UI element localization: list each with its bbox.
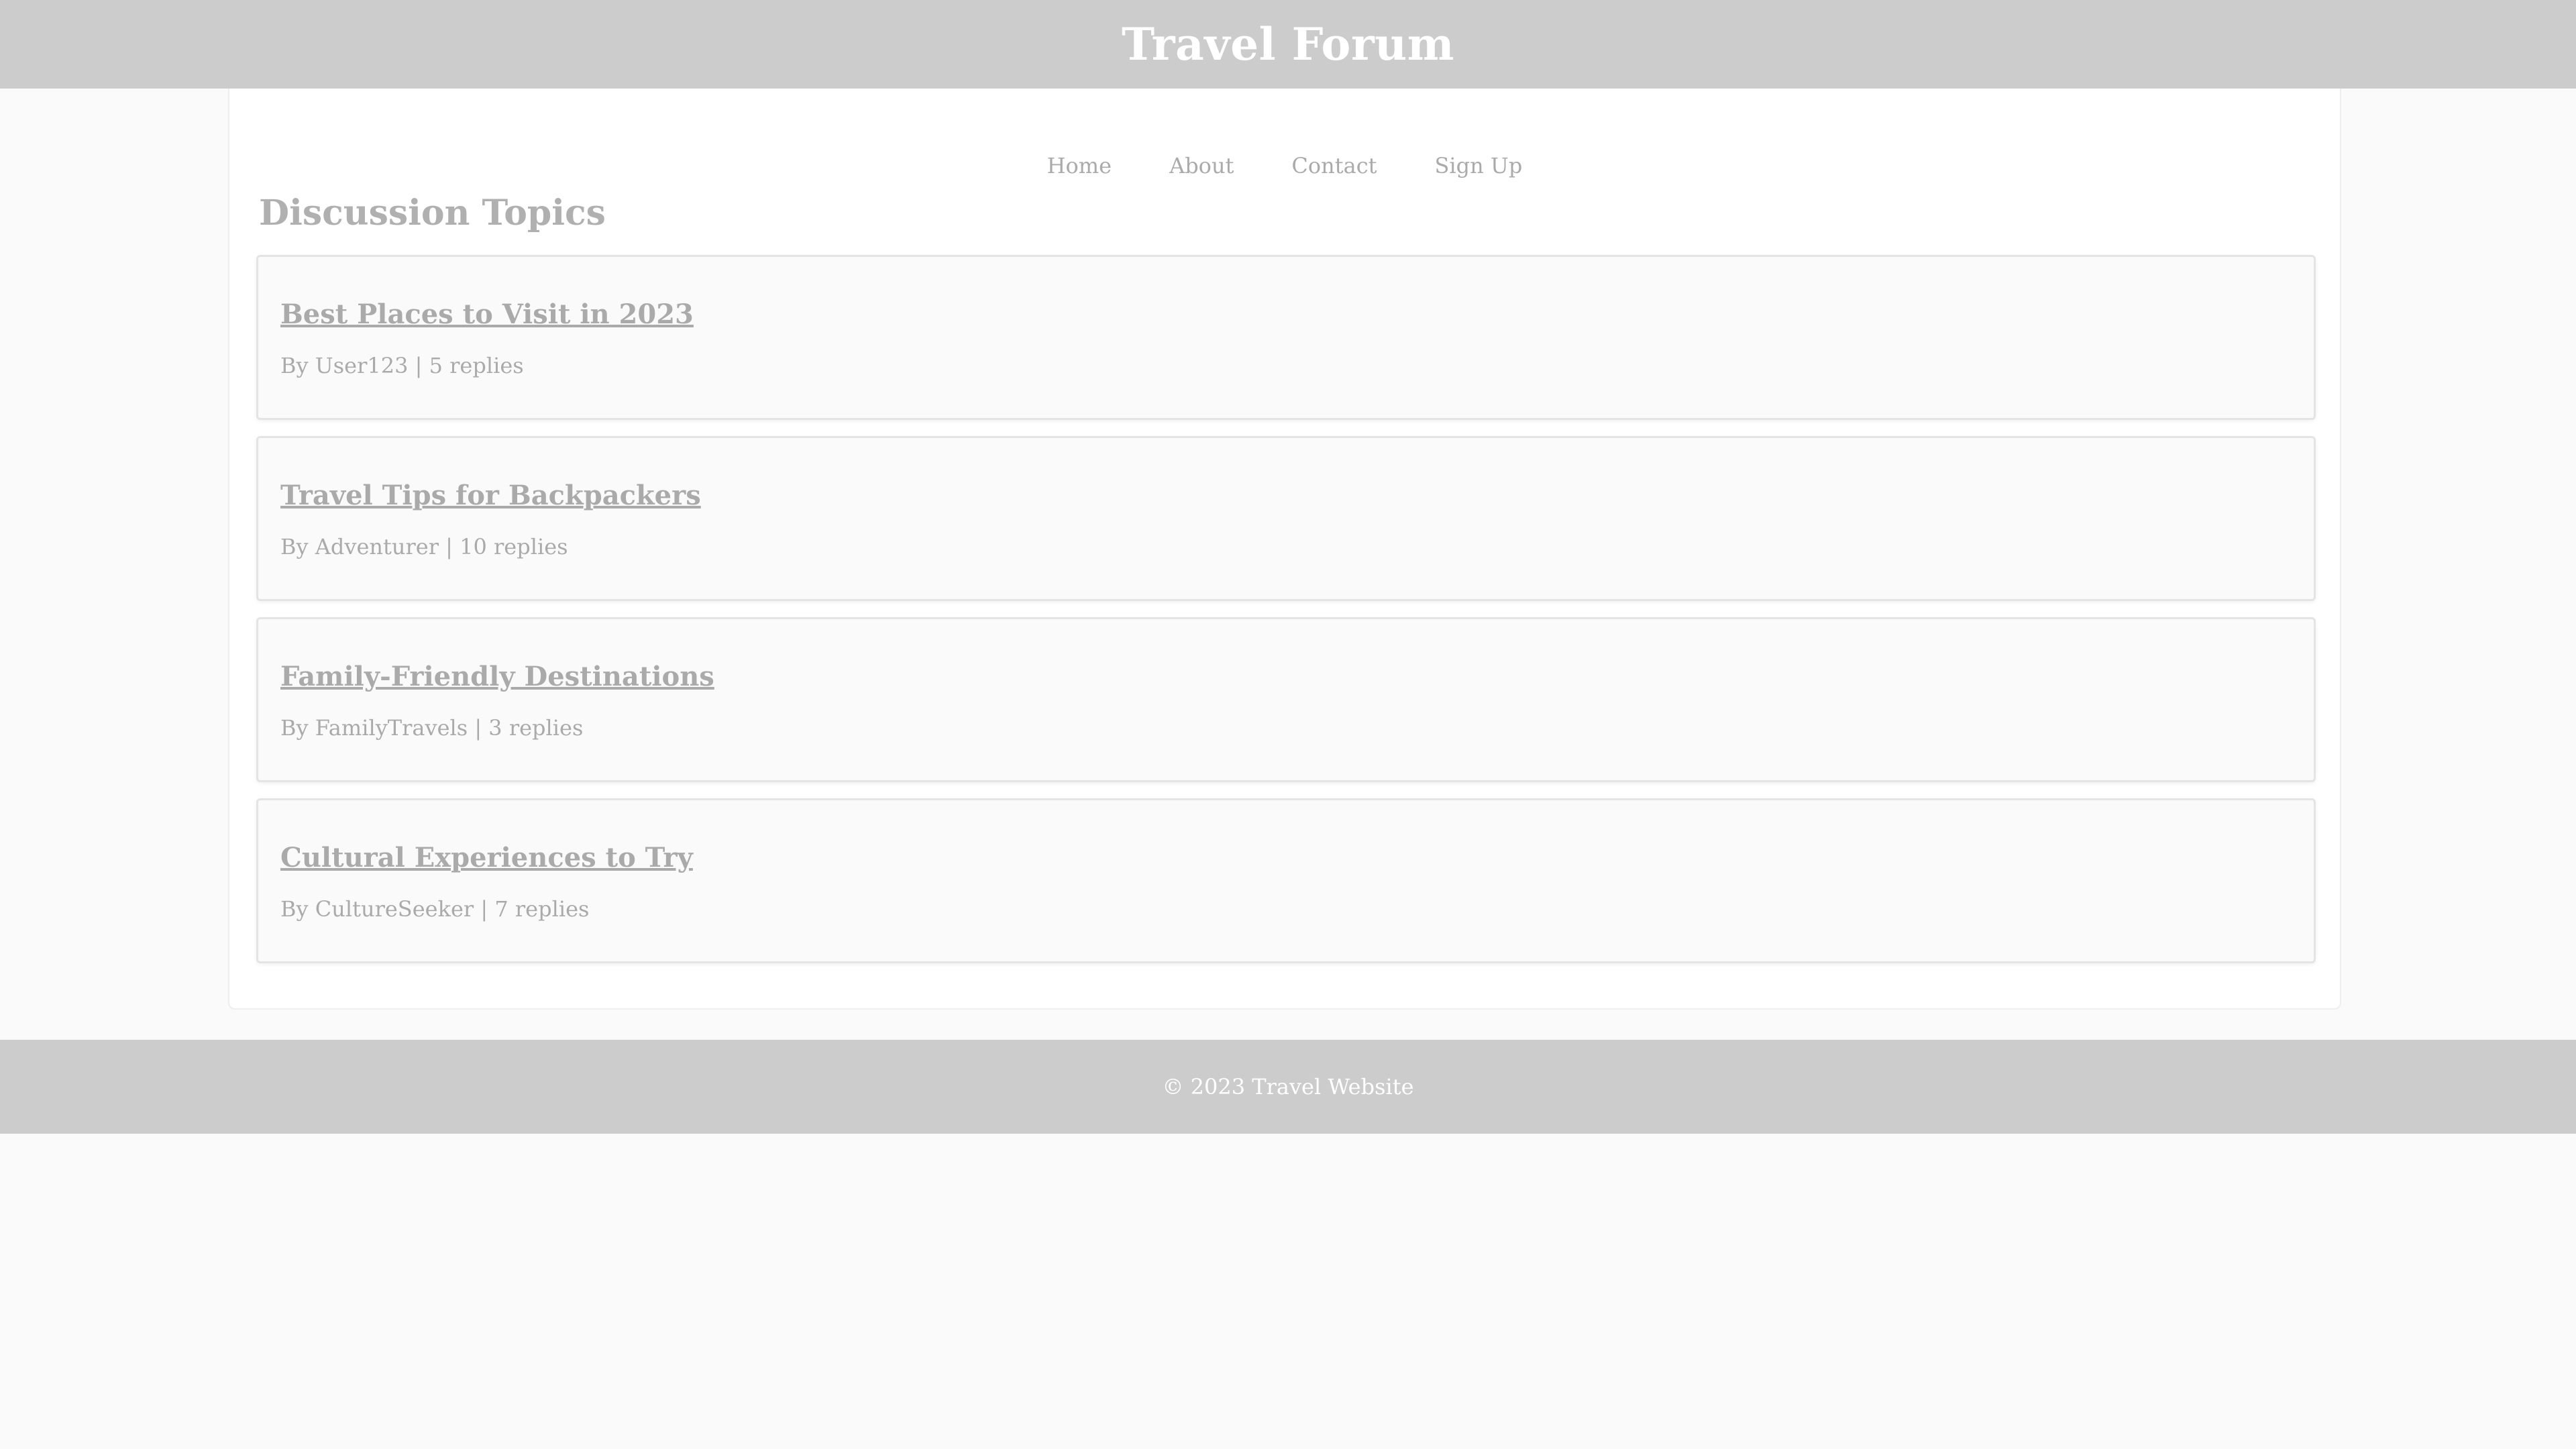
main-nav: Home About Contact Sign Up: [229, 139, 2340, 193]
topic-card: Best Places to Visit in 2023 By User123 …: [256, 255, 2316, 420]
nav-contact-link[interactable]: Contact: [1291, 153, 1377, 178]
site-title: Travel Forum: [1121, 18, 1455, 70]
nav-signup-link[interactable]: Sign Up: [1434, 153, 1522, 178]
topic-card: Cultural Experiences to Try By CultureSe…: [256, 798, 2316, 963]
topic-title-link[interactable]: Cultural Experiences to Try: [280, 842, 693, 873]
topic-title-link[interactable]: Travel Tips for Backpackers: [280, 480, 701, 511]
nav-home-link[interactable]: Home: [1047, 153, 1112, 178]
section-title: Discussion Topics: [259, 193, 606, 233]
topic-card: Travel Tips for Backpackers By Adventure…: [256, 436, 2316, 601]
topic-meta: By User123 | 5 replies: [280, 353, 524, 378]
site-footer: © 2023 Travel Website: [0, 1040, 2576, 1134]
nav-about-link[interactable]: About: [1169, 153, 1234, 178]
topic-title-link[interactable]: Best Places to Visit in 2023: [280, 299, 694, 330]
main-container: Home About Contact Sign Up Discussion To…: [228, 89, 2341, 1010]
topic-list: Best Places to Visit in 2023 By User123 …: [256, 255, 2316, 979]
footer-copyright: © 2023 Travel Website: [1162, 1074, 1414, 1099]
topic-meta: By FamilyTravels | 3 replies: [280, 715, 584, 741]
topic-meta: By Adventurer | 10 replies: [280, 534, 568, 559]
topic-meta: By CultureSeeker | 7 replies: [280, 896, 590, 922]
topic-title-link[interactable]: Family-Friendly Destinations: [280, 661, 714, 692]
topic-card: Family-Friendly Destinations By FamilyTr…: [256, 617, 2316, 782]
site-header: Travel Forum: [0, 0, 2576, 89]
